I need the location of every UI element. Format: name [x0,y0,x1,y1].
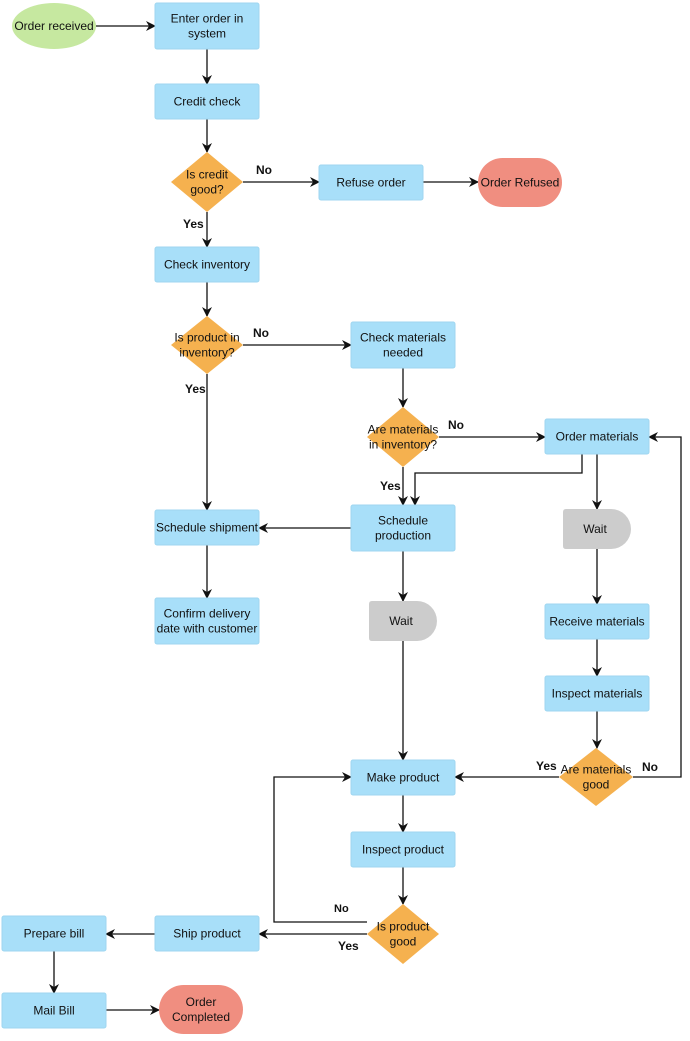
node-label: good? [190,183,224,197]
node-label: Is product in [174,331,239,345]
node-label: production [375,529,431,543]
node-label: Order Refused [481,176,560,190]
node-is-credit-good[interactable]: Is creditgood? [171,152,243,212]
node-label: Schedule shipment [156,521,259,535]
edge-label-yes: Yes [183,217,204,231]
node-order-refused[interactable]: Order Refused [478,158,562,207]
node-label: Prepare bill [24,927,85,941]
node-schedule-shipment[interactable]: Schedule shipment [154,509,260,546]
node-make-product[interactable]: Make product [350,759,456,796]
node-schedule-production[interactable]: Scheduleproduction [350,504,456,552]
node-label: Receive materials [549,615,644,629]
node-order-materials[interactable]: Order materials [544,418,650,455]
node-label: Order received [14,19,93,33]
edge-label-no: No [334,903,349,915]
node-label: Ship product [173,927,241,941]
edge-label-no: No [642,760,658,774]
node-label: Is credit [186,168,229,182]
node-product-good[interactable]: Is productgood [367,904,439,964]
node-check-materials[interactable]: Check materialsneeded [350,321,456,369]
node-mail-bill[interactable]: Mail Bill [1,992,107,1029]
node-label: system [188,27,226,41]
node-label: needed [383,346,423,360]
node-label: Completed [172,1010,230,1024]
node-refuse-order[interactable]: Refuse order [318,164,424,201]
node-label: Mail Bill [33,1004,74,1018]
node-label: Are materials [368,423,439,437]
edge-label-no: No [256,163,272,177]
node-label: good [583,778,610,792]
node-label: Order [186,995,217,1009]
edge-label-no: No [448,418,464,432]
node-label: Check materials [360,331,446,345]
edge-label-yes: Yes [338,939,359,953]
node-label: Wait [389,614,413,628]
node-label: Order materials [556,430,639,444]
node-check-inventory[interactable]: Check inventory [154,246,260,283]
flowchart: Order received Enter order insystem Credit… [1,2,682,1034]
node-confirm-delivery[interactable]: Confirm deliverydate with customer [154,597,260,645]
node-inspect-materials[interactable]: Inspect materials [544,675,650,712]
connector-arrow [410,454,583,506]
edge-label-yes: Yes [185,382,206,396]
node-label: Credit check [174,95,242,109]
node-label: Inspect materials [552,687,643,701]
node-wait-production[interactable]: Wait [369,601,437,641]
node-label: Schedule [378,514,428,528]
node-label: inventory? [179,346,235,360]
node-label: Are materials [561,763,632,777]
node-label: Enter order in [171,12,244,26]
node-order-completed[interactable]: OrderCompleted [159,985,243,1034]
node-materials-good[interactable]: Are materialsgood [559,748,633,806]
node-label: good [390,935,417,949]
node-wait-materials[interactable]: Wait [563,509,631,549]
node-label: Refuse order [336,176,405,190]
node-order-received[interactable]: Order received [12,3,96,49]
node-label: Inspect product [362,843,445,857]
edge-label-yes: Yes [380,479,401,493]
node-prepare-bill[interactable]: Prepare bill [1,915,107,952]
node-materials-in-inventory[interactable]: Are materialsin inventory? [367,407,439,467]
node-ship-product[interactable]: Ship product [154,915,260,952]
node-label: Is product [377,920,430,934]
node-label: Wait [583,522,607,536]
node-is-in-inventory[interactable]: Is product ininventory? [171,316,243,374]
node-inspect-product[interactable]: Inspect product [350,831,456,868]
node-label: Check inventory [164,258,250,272]
node-label: Make product [367,771,440,785]
node-enter-order[interactable]: Enter order insystem [154,2,260,50]
node-credit-check[interactable]: Credit check [154,83,260,120]
node-label: in inventory? [369,438,437,452]
node-receive-materials[interactable]: Receive materials [544,603,650,640]
node-label: Confirm delivery [164,607,251,621]
edge-label-no: No [253,326,269,340]
node-label: date with customer [157,622,258,636]
edge-label-yes: Yes [536,759,557,773]
